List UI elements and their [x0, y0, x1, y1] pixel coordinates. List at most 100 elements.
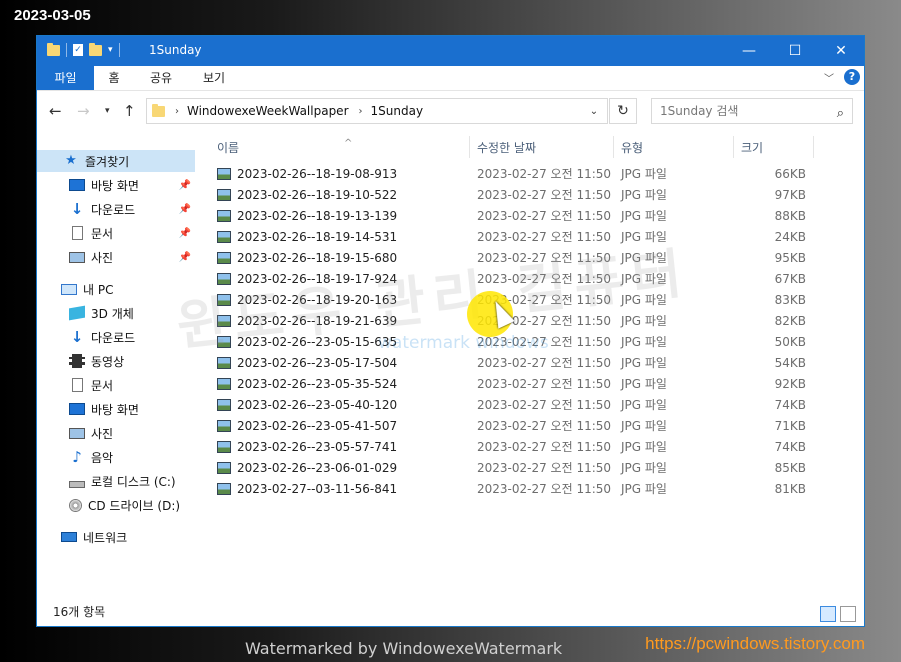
sidebar-item-quick-access[interactable]: ★ 즐겨찾기: [37, 150, 195, 172]
sort-ascending-icon: ^: [344, 138, 353, 149]
jpg-file-icon: [217, 231, 231, 243]
breadcrumb-chevron-icon[interactable]: ›: [175, 106, 179, 117]
file-row[interactable]: 2023-02-26--18-19-13-139 2023-02-27 오전 11…: [207, 206, 807, 227]
file-type: JPG 파일: [621, 419, 667, 433]
sidebar-item-label: 다운로드: [91, 330, 136, 345]
column-header-name[interactable]: ^ 이름: [217, 136, 467, 160]
sidebar-item-downloads-pinned[interactable]: ↓ 다운로드 📌: [37, 198, 195, 220]
column-header-date[interactable]: 수정한 날짜: [477, 136, 613, 160]
file-type: JPG 파일: [621, 314, 667, 328]
forward-arrow-icon[interactable]: →: [77, 102, 90, 120]
sidebar-item-videos[interactable]: 동영상: [37, 350, 195, 372]
file-type: JPG 파일: [621, 188, 667, 202]
file-type: JPG 파일: [621, 377, 667, 391]
file-type: JPG 파일: [621, 356, 667, 370]
file-date: 2023-02-27 오전 11:50: [477, 398, 612, 412]
column-header-type[interactable]: 유형: [621, 136, 733, 160]
document-icon: [72, 378, 83, 392]
recent-locations-chevron-icon[interactable]: ▾: [105, 106, 110, 116]
file-row[interactable]: 2023-02-26--23-05-17-504 2023-02-27 오전 11…: [207, 353, 807, 374]
up-arrow-icon[interactable]: ↑: [123, 102, 136, 120]
address-bar[interactable]: › WindowexeWeekWallpaper › 1Sunday ⌄: [146, 98, 608, 124]
file-row[interactable]: 2023-02-26--18-19-10-522 2023-02-27 오전 11…: [207, 185, 807, 206]
breadcrumb-chevron-icon[interactable]: ›: [359, 106, 363, 117]
file-row[interactable]: 2023-02-26--23-05-40-120 2023-02-27 오전 11…: [207, 395, 807, 416]
column-divider[interactable]: [733, 136, 734, 158]
file-size: 74KB: [774, 398, 806, 412]
large-icons-view-icon[interactable]: [840, 606, 856, 622]
address-dropdown-icon[interactable]: ⌄: [581, 99, 607, 123]
file-row[interactable]: 2023-02-26--23-05-35-524 2023-02-27 오전 11…: [207, 374, 807, 395]
jpg-file-icon: [217, 168, 231, 180]
column-header-size[interactable]: 크기: [741, 136, 811, 160]
tab-home[interactable]: 홈: [99, 66, 129, 90]
file-size: 83KB: [774, 293, 806, 307]
help-icon[interactable]: ?: [844, 69, 860, 85]
star-icon: ★: [65, 153, 77, 168]
column-divider[interactable]: [813, 136, 814, 158]
customize-toolbar-icon[interactable]: ▾: [108, 45, 113, 55]
navigation-pane: ★ 즐겨찾기 바탕 화면 📌 ↓ 다운로드 📌 문서 📌 사진 📌 내 PC 3…: [37, 131, 197, 591]
sidebar-item-cd-drive-d[interactable]: CD 드라이브 (D:): [37, 494, 195, 516]
sidebar-item-pictures-pinned[interactable]: 사진 📌: [37, 246, 195, 268]
file-row[interactable]: 2023-02-26--23-05-57-741 2023-02-27 오전 11…: [207, 437, 807, 458]
file-type: JPG 파일: [621, 461, 667, 475]
column-divider[interactable]: [469, 136, 470, 158]
sidebar-item-desktop-pinned[interactable]: 바탕 화면 📌: [37, 174, 195, 196]
network-icon: [61, 532, 77, 542]
refresh-icon[interactable]: ↻: [609, 98, 637, 124]
file-row[interactable]: 2023-02-26--18-19-14-531 2023-02-27 오전 11…: [207, 227, 807, 248]
window-title: 1Sunday: [149, 43, 202, 57]
sidebar-item-pictures[interactable]: 사진: [37, 422, 195, 444]
file-size: 74KB: [774, 440, 806, 454]
sidebar-item-label: 사진: [91, 250, 114, 265]
file-row[interactable]: 2023-02-26--23-05-41-507 2023-02-27 오전 11…: [207, 416, 807, 437]
expand-ribbon-chevron-icon[interactable]: ﹀: [824, 70, 834, 85]
file-size: 92KB: [774, 377, 806, 391]
sidebar-item-documents[interactable]: 문서: [37, 374, 195, 396]
sidebar-item-label: 다운로드: [91, 202, 136, 217]
sidebar-item-label: 네트워크: [83, 530, 128, 545]
sidebar-item-music[interactable]: ♪ 음악: [37, 446, 195, 468]
tab-file[interactable]: 파일: [37, 66, 94, 90]
sidebar-item-network[interactable]: 네트워크: [37, 526, 195, 548]
sidebar-item-desktop[interactable]: 바탕 화면: [37, 398, 195, 420]
minimize-button[interactable]: —: [726, 36, 772, 66]
tab-share[interactable]: 공유: [137, 66, 185, 90]
column-divider[interactable]: [613, 136, 614, 158]
file-size: 50KB: [774, 335, 806, 349]
breadcrumb-windowexeweekwallpaper[interactable]: WindowexeWeekWallpaper: [187, 104, 349, 118]
3d-objects-icon: [69, 305, 85, 321]
properties-icon[interactable]: ✓: [73, 44, 83, 56]
details-view-icon[interactable]: [820, 606, 836, 622]
file-size: 24KB: [774, 230, 806, 244]
file-date: 2023-02-27 오전 11:50: [477, 419, 612, 433]
jpg-file-icon: [217, 399, 231, 411]
file-type: JPG 파일: [621, 482, 667, 496]
sidebar-item-local-disk-c[interactable]: 로컬 디스크 (C:): [37, 470, 195, 492]
file-row[interactable]: 2023-02-26--23-06-01-029 2023-02-27 오전 11…: [207, 458, 807, 479]
search-input[interactable]: 1Sunday 검색 ⌕: [651, 98, 853, 124]
sidebar-item-label: 음악: [91, 450, 114, 465]
overlay-date: 2023-03-05: [14, 7, 91, 24]
sidebar-item-3d-objects[interactable]: 3D 개체: [37, 302, 195, 324]
folder-icon: [47, 42, 60, 56]
overlay-url: https://pcwindows.tistory.com: [645, 634, 865, 653]
sidebar-item-downloads[interactable]: ↓ 다운로드: [37, 326, 195, 348]
close-button[interactable]: ✕: [818, 36, 864, 66]
sidebar-item-label: 즐겨찾기: [85, 154, 130, 169]
tab-view[interactable]: 보기: [193, 66, 235, 90]
watermark-small-text: watermark windows: [378, 333, 549, 353]
file-row[interactable]: 2023-02-26--18-19-08-913 2023-02-27 오전 11…: [207, 164, 807, 185]
download-icon: ↓: [70, 200, 84, 218]
jpg-file-icon: [217, 462, 231, 474]
sidebar-item-documents-pinned[interactable]: 문서 📌: [37, 222, 195, 244]
jpg-file-icon: [217, 252, 231, 264]
file-row[interactable]: 2023-02-27--03-11-56-841 2023-02-27 오전 11…: [207, 479, 807, 500]
back-arrow-icon[interactable]: ←: [49, 102, 62, 120]
breadcrumb-1sunday[interactable]: 1Sunday: [371, 104, 424, 118]
maximize-button[interactable]: ☐: [772, 36, 818, 66]
file-name: 2023-02-26--23-05-35-524: [237, 377, 398, 391]
new-folder-icon[interactable]: [89, 42, 102, 56]
file-type: JPG 파일: [621, 335, 667, 349]
